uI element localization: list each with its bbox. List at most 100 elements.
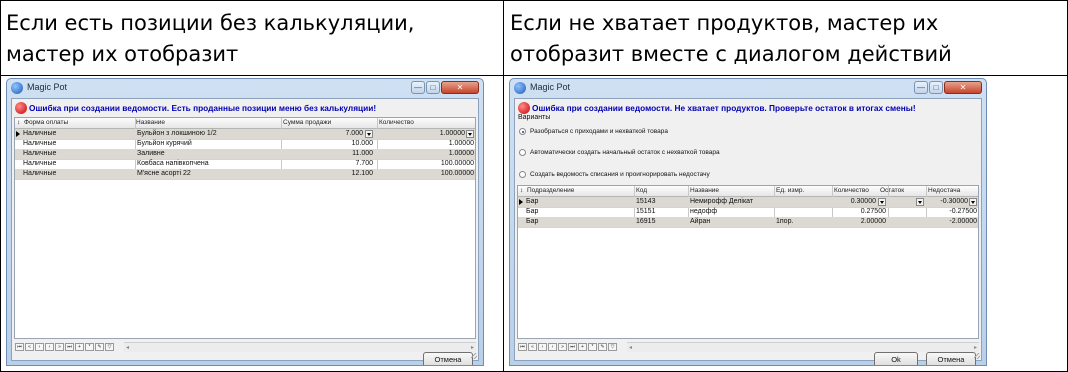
minimize-button[interactable]: — (914, 81, 928, 94)
option-label: Автоматически создать начальный остаток … (530, 149, 720, 156)
grid-navigator: ⏮ « ‹ › » ⏭ + * ✎ ▽ (15, 342, 115, 352)
cell-code: 16915 (636, 218, 656, 225)
first-record-icon[interactable]: ⏮ (518, 343, 527, 351)
cell-qty: 1.00000 (439, 130, 465, 137)
edit-record-icon[interactable]: ✎ (95, 343, 104, 351)
edit-record-icon[interactable]: ✎ (598, 343, 607, 351)
dropdown-icon[interactable] (878, 198, 886, 206)
column-header-qty[interactable]: Количество (379, 118, 469, 128)
prev-record-icon[interactable]: ‹ (538, 343, 547, 351)
positions-grid[interactable]: ↕ Форма оплаты Название Сумма продажи Ко… (14, 117, 476, 339)
cell-rest (890, 207, 924, 217)
cell-rest (890, 217, 924, 227)
table-row[interactable]: Бар 16915 Айран 1пор. 2.00000 -2.00000 (518, 217, 978, 228)
horizontal-scrollbar[interactable]: ◂ ▸ (124, 342, 476, 352)
maximize-button[interactable]: □ (929, 81, 943, 94)
cell-payment: Наличные (23, 130, 57, 137)
grid-navigator: ⏮ « ‹ › » ⏭ + * ✎ ▽ (518, 342, 618, 352)
last-record-icon[interactable]: ⏭ (568, 343, 577, 351)
dropdown-icon[interactable] (365, 130, 373, 138)
cell-payment: Наличные (23, 170, 57, 177)
filter-icon[interactable]: ▽ (608, 343, 617, 351)
insert-record-icon[interactable]: + (75, 343, 84, 351)
cell-unit: 1пор. (776, 218, 794, 225)
prev-page-icon[interactable]: « (25, 343, 34, 351)
table-top-border (0, 0, 1068, 1)
cancel-button[interactable]: Отмена (423, 352, 473, 365)
horizontal-scrollbar[interactable]: ◂ ▸ (627, 342, 979, 352)
dropdown-icon[interactable] (969, 198, 977, 206)
dropdown-icon[interactable] (466, 130, 474, 138)
column-header-name[interactable]: Название (136, 118, 286, 128)
next-page-icon[interactable]: » (55, 343, 64, 351)
column-header-code[interactable]: Код (636, 186, 686, 196)
cell-department: Бар (526, 198, 539, 205)
left-dialog-window: Magic Pot — □ ✕ Ошибка при создании ведо… (6, 78, 484, 366)
minimize-button[interactable]: — (411, 81, 425, 94)
column-header-unit[interactable]: Ед. измр. (776, 186, 826, 196)
first-record-icon[interactable]: ⏮ (15, 343, 24, 351)
prev-page-icon[interactable]: « (528, 343, 537, 351)
cell-name: недофф (690, 208, 718, 215)
cell-payment: Наличные (23, 150, 57, 157)
dialog-body: Ошибка при создании ведомости. Есть прод… (11, 98, 479, 365)
dialog-body: Ошибка при создании ведомости. Не хватае… (514, 98, 982, 365)
close-button[interactable]: ✕ (944, 81, 982, 94)
radio-unchecked-icon[interactable] (519, 171, 526, 178)
prev-record-icon[interactable]: ‹ (35, 343, 44, 351)
cell-name: Бульйон курячий (137, 140, 192, 147)
option-resolve-receipts[interactable]: Разобраться с приходами и нехваткой това… (519, 128, 668, 135)
cell-name: Немирофф Делікат (690, 198, 754, 205)
maximize-button[interactable]: □ (426, 81, 440, 94)
cell-code: 15151 (636, 208, 656, 215)
next-record-icon[interactable]: › (548, 343, 557, 351)
cell-shortage: -2.00000 (949, 218, 977, 225)
insert-record-icon[interactable]: + (578, 343, 587, 351)
column-header-department[interactable]: Подразделение (527, 186, 627, 196)
error-message: Ошибка при создании ведомости. Не хватае… (518, 101, 916, 115)
error-icon (15, 102, 27, 114)
scroll-right-icon[interactable]: ▸ (974, 344, 977, 351)
scroll-left-icon[interactable]: ◂ (629, 344, 632, 351)
option-ignore-shortage[interactable]: Создать ведомость списания и проигнориро… (519, 171, 710, 178)
column-header-quantity[interactable]: Количество (834, 186, 874, 196)
column-header-shortage[interactable]: Недостача (928, 186, 976, 196)
cell-name: Ковбаса напівкопчена (137, 160, 209, 167)
cell-name: Заливне (137, 150, 165, 157)
column-header-name[interactable]: Название (690, 186, 770, 196)
title-bar[interactable]: Magic Pot — □ ✕ (510, 79, 986, 97)
error-text: Ошибка при создании ведомости. Есть прод… (29, 103, 377, 113)
radio-unchecked-icon[interactable] (519, 149, 526, 156)
title-bar[interactable]: Magic Pot — □ ✕ (7, 79, 483, 97)
delete-record-icon[interactable]: * (85, 343, 94, 351)
filter-icon[interactable]: ▽ (105, 343, 114, 351)
delete-record-icon[interactable]: * (588, 343, 597, 351)
cell-name: Бульйон з локшиною 1/2 (137, 130, 217, 137)
dropdown-icon[interactable] (916, 198, 924, 206)
scroll-left-icon[interactable]: ◂ (126, 344, 129, 351)
option-auto-initial-stock[interactable]: Автоматически создать начальный остаток … (519, 149, 720, 156)
column-header-sum[interactable]: Сумма продажи (283, 118, 373, 128)
shortage-grid[interactable]: ↕ Подразделение Код Название Ед. измр. К… (517, 185, 979, 339)
left-caption: Если есть позиции без калькуляции, масте… (6, 11, 415, 66)
resize-grip-icon[interactable] (471, 353, 477, 359)
resize-grip-icon[interactable] (974, 353, 980, 359)
option-label: Создать ведомость списания и проигнориро… (530, 171, 710, 178)
cell-payment: Наличные (23, 160, 57, 167)
column-header-payment[interactable]: Форма оплаты (24, 118, 124, 128)
column-header-rest[interactable]: Остаток (880, 186, 916, 196)
cancel-button[interactable]: Отмена (926, 352, 976, 365)
radio-checked-icon[interactable] (519, 128, 526, 135)
variants-group-label: Варианты (518, 114, 551, 121)
ok-button[interactable]: Ok (874, 352, 918, 365)
next-page-icon[interactable]: » (558, 343, 567, 351)
table-row[interactable]: Наличные М'ясне асорті 22 12.100 100.000… (15, 169, 475, 180)
cell-quantity: 0.27500 (860, 208, 886, 215)
close-button[interactable]: ✕ (441, 81, 479, 94)
cell-payment: Наличные (23, 140, 57, 147)
next-record-icon[interactable]: › (45, 343, 54, 351)
scroll-right-icon[interactable]: ▸ (471, 344, 474, 351)
current-row-indicator-icon (16, 131, 20, 137)
last-record-icon[interactable]: ⏭ (65, 343, 74, 351)
table-left-border (0, 0, 1, 372)
